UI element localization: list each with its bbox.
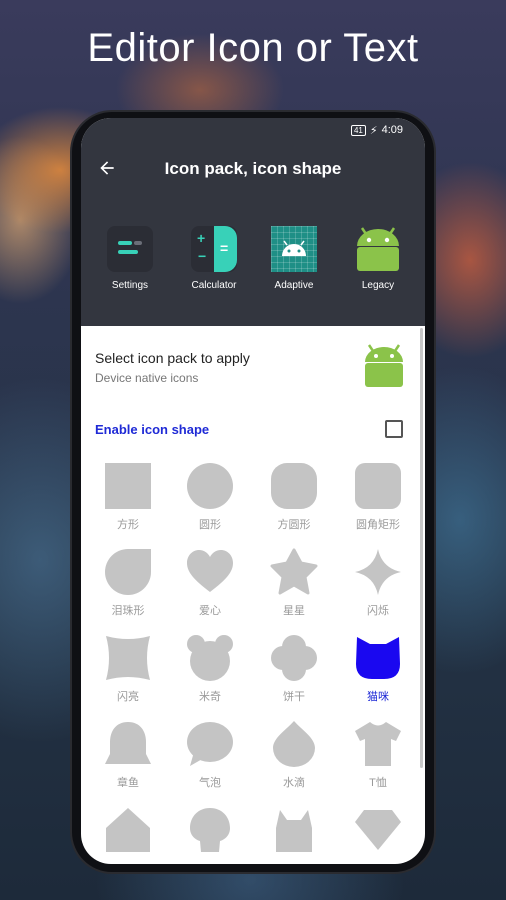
shape-label: T恤 [369,777,387,789]
shape-label: 饼干 [283,691,305,703]
squircle-shape-icon [271,463,317,509]
android-adaptive-icon [271,226,317,272]
preview-label: Settings [111,280,149,291]
shape-label: 闪亮 [117,691,139,703]
preview-legacy: Legacy [343,226,413,291]
shape-option[interactable] [167,806,253,864]
square-shape-icon [105,463,151,509]
phone-frame: 41 ⚡ 4:09 Icon pack, icon shape Settings… [72,112,434,872]
shape-option[interactable] [85,806,171,864]
phone-screen: 41 ⚡ 4:09 Icon pack, icon shape Settings… [81,118,425,864]
shape-label: 猫咪 [367,691,389,703]
shape-label: 爱心 [199,605,221,617]
shape-label: 圆角矩形 [356,519,400,531]
enable-icon-shape-label: Enable icon shape [95,422,210,437]
diamond-shape-icon [355,810,401,850]
shape-label: 星星 [283,605,305,617]
battery-icon: 41 [350,124,366,136]
drop-shape-icon [273,721,315,767]
icon-pack-subtitle: Device native icons [95,371,199,385]
shape-label: 气泡 [199,777,221,789]
shape-label: 米奇 [199,691,221,703]
shape-option[interactable]: T恤 [335,720,421,804]
cookie-shape-icon [271,635,317,681]
page-title: Icon pack, icon shape [164,159,342,178]
star-shape-icon [270,548,318,595]
shape-label: 闪烁 [367,605,389,617]
shape-option[interactable]: 章鱼 [85,720,171,804]
shape-option[interactable]: 方圆形 [251,462,337,546]
shape-option[interactable]: 圆形 [167,462,253,546]
headline: Editor Icon or Text [87,26,419,70]
circle-shape-icon [187,463,233,509]
calculator-app-icon: + − = [191,226,237,272]
ghost-shape-icon [190,808,230,852]
icon-pack-selector[interactable]: Select icon pack to apply Device native … [81,326,425,404]
cat-shape-icon [356,637,400,679]
teardrop-shape-icon [105,549,151,595]
bubble-shape-icon [187,722,233,766]
preview-settings: Settings [95,226,165,291]
shape-option[interactable]: 闪烁 [335,548,421,632]
android-legacy-icon [355,226,401,272]
shape-option[interactable] [251,806,337,864]
house-shape-icon [106,808,150,852]
shape-option[interactable]: 星星 [251,548,337,632]
tshirt-shape-icon [355,722,401,766]
shape-option[interactable]: 气泡 [167,720,253,804]
android-icon [365,344,403,387]
enable-icon-shape-row[interactable]: Enable icon shape [81,408,425,452]
shape-label: 方形 [117,519,139,531]
shape-option[interactable]: 米奇 [167,634,253,718]
header-panel: 41 ⚡ 4:09 Icon pack, icon shape Settings… [81,118,425,326]
heart-shape-icon [187,550,233,592]
shape-option[interactable] [335,806,421,864]
settings-app-icon [107,226,153,272]
preview-label: Adaptive [274,280,314,291]
shape-label: 方圆形 [277,519,311,531]
shape-label: 水滴 [283,777,305,789]
shape-label: 圆形 [199,519,221,531]
shape-option[interactable]: 圆角矩形 [335,462,421,546]
shape-option[interactable]: 爱心 [167,548,253,632]
mickey-shape-icon [187,635,233,681]
rounded-rect-shape-icon [355,463,401,509]
shape-option[interactable]: 饼干 [251,634,337,718]
preview-calculator: + − = Calculator [179,226,249,291]
preview-label: Legacy [361,280,395,291]
shape-option[interactable]: 闪亮 [85,634,171,718]
status-time: 4:09 [381,124,403,136]
preview-label: Calculator [191,280,237,291]
app-bar: Icon pack, icon shape [81,148,425,192]
octopus-shape-icon [105,722,151,764]
shape-option[interactable]: 水滴 [251,720,337,804]
cat-outline-shape-icon [276,810,312,852]
shape-option-selected[interactable]: 猫咪 [335,634,421,718]
icon-pack-title: Select icon pack to apply [95,350,250,366]
shape-option[interactable]: 泪珠形 [85,548,171,632]
shape-label: 泪珠形 [111,605,145,617]
preview-adaptive: Adaptive [259,226,329,291]
shape-option[interactable]: 方形 [85,462,171,546]
status-bar: 41 ⚡ 4:09 [350,123,403,137]
icon-preview-row: Settings + − = Calculator Adaptive Legac… [81,226,425,306]
shine-shape-icon [106,636,150,680]
sparkle-shape-icon [355,549,401,595]
enable-icon-shape-checkbox[interactable] [385,420,403,438]
shape-label: 章鱼 [117,777,139,789]
charging-icon: ⚡ [369,124,378,137]
